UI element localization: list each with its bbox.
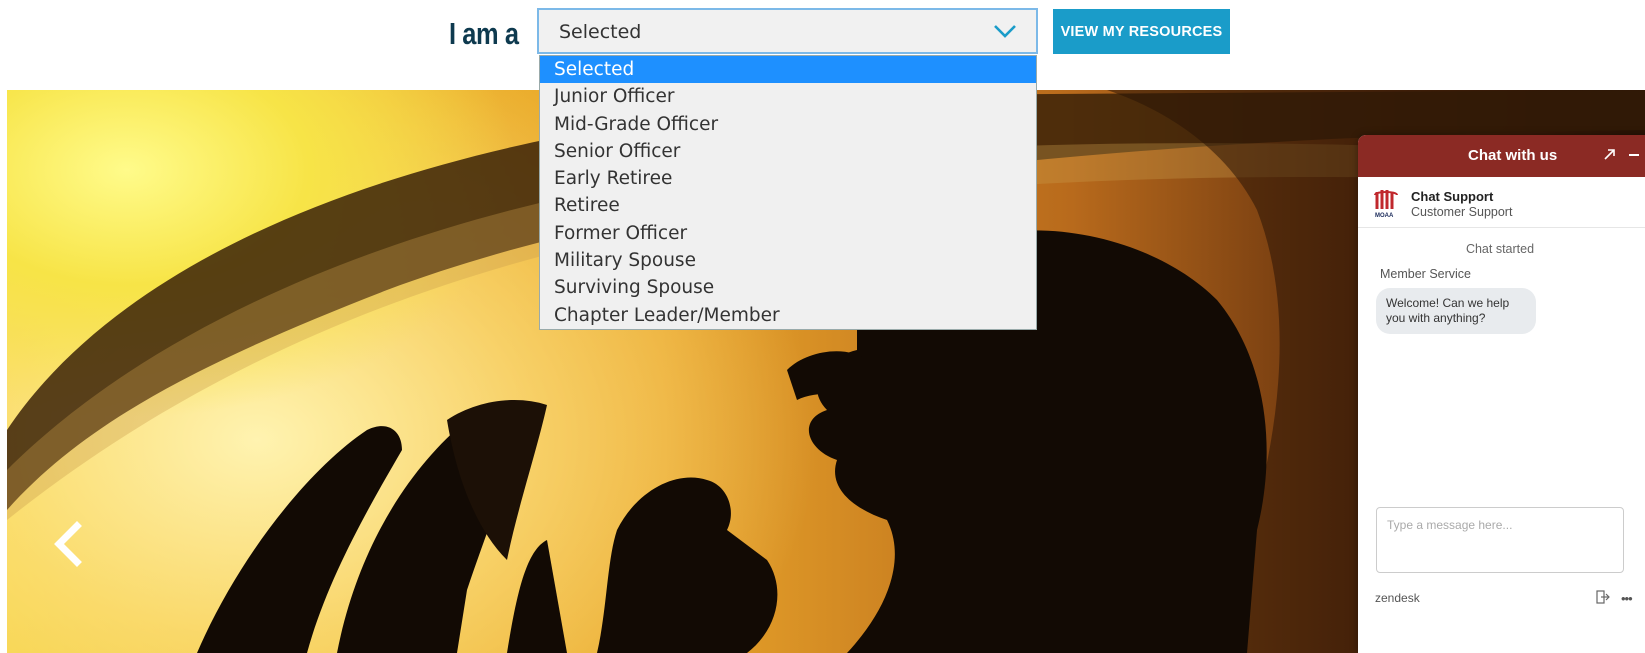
agent-name: Chat Support xyxy=(1411,189,1494,204)
chat-title: Chat with us xyxy=(1468,147,1558,164)
chevron-down-icon xyxy=(994,25,1016,38)
dropdown-option[interactable]: Early Retiree xyxy=(540,165,1036,192)
chat-status: Chat started xyxy=(1465,242,1535,256)
zendesk-brand: zendesk xyxy=(1375,591,1420,605)
chevron-left-icon[interactable] xyxy=(51,520,85,568)
dropdown-option[interactable]: Chapter Leader/Member xyxy=(540,302,1036,329)
dropdown-option[interactable]: Selected xyxy=(540,56,1036,84)
more-dots-icon[interactable]: ••• xyxy=(1621,591,1633,606)
dropdown-option[interactable]: Senior Officer xyxy=(540,138,1036,165)
agent-role: Customer Support xyxy=(1411,205,1513,219)
dropdown-option[interactable]: Former Officer xyxy=(540,220,1036,247)
role-select[interactable]: Selected xyxy=(537,8,1038,54)
svg-text:MOAA: MOAA xyxy=(1375,213,1394,219)
chat-agent-info: MOAA Chat Support Customer Support xyxy=(1358,177,1645,228)
moaa-logo-icon: MOAA xyxy=(1374,190,1398,219)
dropdown-option[interactable]: Mid-Grade Officer xyxy=(540,111,1036,138)
chat-header: Chat with us xyxy=(1358,135,1645,177)
chat-widget: Chat with us MOAA Chat Support Customer … xyxy=(1358,135,1645,653)
dropdown-option[interactable]: Surviving Spouse xyxy=(540,274,1036,301)
dropdown-option[interactable]: Military Spouse xyxy=(540,247,1036,274)
role-select-value: Selected xyxy=(559,21,642,43)
chat-message-input[interactable] xyxy=(1376,507,1624,573)
minus-icon[interactable] xyxy=(1629,154,1639,156)
exit-icon[interactable] xyxy=(1596,589,1610,605)
view-my-resources-button[interactable]: VIEW MY RESOURCES xyxy=(1053,9,1230,54)
arrow-up-right-icon[interactable] xyxy=(1602,146,1618,162)
i-am-a-label: I am a xyxy=(449,16,519,51)
dropdown-option[interactable]: Retiree xyxy=(540,192,1036,219)
role-dropdown-list[interactable]: Selected Junior Officer Mid-Grade Office… xyxy=(539,55,1037,330)
message-sender: Member Service xyxy=(1380,267,1471,281)
chat-message-bubble: Welcome! Can we help you with anything? xyxy=(1376,288,1536,334)
dropdown-option[interactable]: Junior Officer xyxy=(540,83,1036,110)
